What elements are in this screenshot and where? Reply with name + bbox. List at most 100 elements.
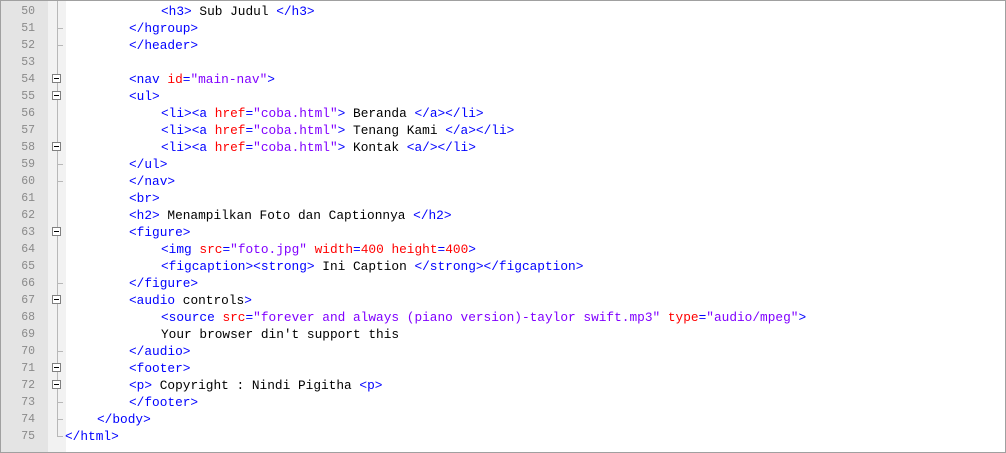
code-token-attr: id bbox=[167, 72, 183, 87]
code-text: </ul> bbox=[129, 156, 167, 173]
code-line[interactable]: 52 </header> bbox=[1, 37, 1004, 54]
code-text: </body> bbox=[97, 411, 151, 428]
fold-end-marker bbox=[57, 351, 63, 352]
code-token-text: controls bbox=[182, 293, 245, 308]
line-number: 51 bbox=[21, 22, 35, 35]
code-token-str: "coba.html" bbox=[253, 140, 338, 155]
code-token-tag: = bbox=[222, 242, 231, 257]
code-line[interactable]: 71 <footer> bbox=[1, 360, 1004, 377]
code-line[interactable]: 54 <nav id="main-nav"> bbox=[1, 71, 1004, 88]
code-line[interactable]: 73 </footer> bbox=[1, 394, 1004, 411]
code-text: <img src="foto.jpg" width=400 height=400… bbox=[161, 241, 476, 258]
code-token-tag: <nav bbox=[129, 72, 168, 87]
code-line[interactable]: 60 </nav> bbox=[1, 173, 1004, 190]
code-token-tag: <p> bbox=[359, 378, 383, 393]
code-editor[interactable]: 50 <h3> Sub Judul </h3> 51 </hgroup> 52 </hea… bbox=[0, 0, 1006, 453]
line-number: 55 bbox=[21, 90, 35, 103]
code-token-str: "main-nav" bbox=[190, 72, 268, 87]
code-token-tag: <img bbox=[161, 242, 200, 257]
code-text: <h3> Sub Judul </h3> bbox=[161, 3, 315, 20]
fold-collapse-icon[interactable] bbox=[52, 295, 61, 304]
code-line[interactable]: 57 <li><a href="coba.html"> Tenang Kami <… bbox=[1, 122, 1004, 139]
code-line[interactable]: 72 <p> Copyright : Nindi Pigitha <p> bbox=[1, 377, 1004, 394]
code-text: </nav> bbox=[129, 173, 175, 190]
code-token-tag: <br> bbox=[129, 191, 160, 206]
line-number: 64 bbox=[21, 243, 35, 256]
line-number: 61 bbox=[21, 192, 35, 205]
code-token-tag: <footer> bbox=[129, 361, 191, 376]
code-line[interactable]: 62 <h2> Menampilkan Foto dan Captionnya <… bbox=[1, 207, 1004, 224]
code-line[interactable]: 61 <br> bbox=[1, 190, 1004, 207]
fold-end-marker bbox=[57, 164, 63, 165]
code-line[interactable]: 58 <li><a href="coba.html"> Kontak <a/></… bbox=[1, 139, 1004, 156]
code-token-attr: 400 bbox=[445, 242, 469, 257]
code-token-tag: <ul> bbox=[129, 89, 160, 104]
code-token-tag: </html> bbox=[65, 429, 119, 444]
code-token-tag bbox=[307, 242, 315, 257]
line-number: 66 bbox=[21, 277, 35, 290]
code-line[interactable]: 68 <source src="forever and always (piano… bbox=[1, 309, 1004, 326]
line-number: 60 bbox=[21, 175, 35, 188]
code-token-text: Tenang Kami bbox=[345, 123, 446, 138]
line-number: 54 bbox=[21, 73, 35, 86]
fold-collapse-icon[interactable] bbox=[52, 91, 61, 100]
code-line[interactable]: 63 <figure> bbox=[1, 224, 1004, 241]
code-token-attr: height bbox=[391, 242, 438, 257]
code-text: <p> Copyright : Nindi Pigitha <p> bbox=[129, 377, 382, 394]
code-line[interactable]: 67 <audio controls> bbox=[1, 292, 1004, 309]
code-line[interactable]: 51 </hgroup> bbox=[1, 20, 1004, 37]
code-token-text: Sub Judul bbox=[191, 4, 277, 19]
fold-collapse-icon[interactable] bbox=[52, 380, 61, 389]
fold-end-marker bbox=[57, 28, 63, 29]
code-token-tag: > bbox=[267, 72, 275, 87]
code-token-tag: > bbox=[798, 310, 807, 325]
fold-collapse-icon[interactable] bbox=[52, 363, 61, 372]
code-line[interactable]: 64 <img src="foto.jpg" width=400 height=4… bbox=[1, 241, 1004, 258]
code-line[interactable]: 55 <ul> bbox=[1, 88, 1004, 105]
line-number: 71 bbox=[21, 362, 35, 375]
code-token-text: Your browser din't support this bbox=[161, 327, 400, 342]
code-text: <figcaption><strong> Ini Caption </stron… bbox=[161, 258, 583, 275]
fold-collapse-icon[interactable] bbox=[52, 142, 61, 151]
code-line[interactable]: 66 </figure> bbox=[1, 275, 1004, 292]
code-line[interactable]: 69 Your browser din't support this bbox=[1, 326, 1004, 343]
line-number: 53 bbox=[21, 56, 35, 69]
code-token-tag: </body> bbox=[97, 412, 151, 427]
code-token-tag: </figure> bbox=[129, 276, 199, 291]
code-text: <nav id="main-nav"> bbox=[129, 71, 275, 88]
code-token-text: Kontak bbox=[345, 140, 407, 155]
line-number: 63 bbox=[21, 226, 35, 239]
code-token-text: Beranda bbox=[345, 106, 415, 121]
code-line[interactable]: 75 </html> bbox=[1, 428, 1004, 445]
code-token-attr: 400 bbox=[360, 242, 384, 257]
code-token-str: "forever and always (piano version)-tayl… bbox=[253, 310, 661, 325]
code-line[interactable]: 56 <li><a href="coba.html"> Beranda </a><… bbox=[1, 105, 1004, 122]
code-token-tag: <h2> bbox=[129, 208, 160, 223]
line-number: 69 bbox=[21, 328, 35, 341]
code-token-tag: <a/></li> bbox=[406, 140, 476, 155]
fold-end-marker bbox=[57, 45, 63, 46]
code-token-tag: <source bbox=[161, 310, 223, 325]
code-token-str: "foto.jpg" bbox=[230, 242, 307, 257]
fold-collapse-icon[interactable] bbox=[52, 227, 61, 236]
code-token-attr: type bbox=[667, 310, 699, 325]
code-line[interactable]: 59 </ul> bbox=[1, 156, 1004, 173]
code-token-tag: <figure> bbox=[129, 225, 191, 240]
code-token-tag: </h3> bbox=[276, 4, 315, 19]
code-text: </figure> bbox=[129, 275, 198, 292]
code-line[interactable]: 74 </body> bbox=[1, 411, 1004, 428]
code-token-str: "coba.html" bbox=[253, 106, 338, 121]
code-line[interactable]: 65 <figcaption><strong> Ini Caption </str… bbox=[1, 258, 1004, 275]
code-text: </footer> bbox=[129, 394, 198, 411]
code-text: <source src="forever and always (piano v… bbox=[161, 309, 806, 326]
code-text: <ul> bbox=[129, 88, 160, 105]
line-number: 50 bbox=[21, 5, 35, 18]
code-token-str: "coba.html" bbox=[253, 123, 338, 138]
code-line[interactable]: 53 bbox=[1, 54, 1004, 71]
code-line[interactable]: 50 <h3> Sub Judul </h3> bbox=[1, 3, 1004, 20]
code-token-tag: </nav> bbox=[129, 174, 176, 189]
fold-collapse-icon[interactable] bbox=[52, 74, 61, 83]
code-token-tag: <li><a bbox=[161, 140, 215, 155]
code-line[interactable]: 70 </audio> bbox=[1, 343, 1004, 360]
code-token-tag: </a></li> bbox=[414, 106, 484, 121]
